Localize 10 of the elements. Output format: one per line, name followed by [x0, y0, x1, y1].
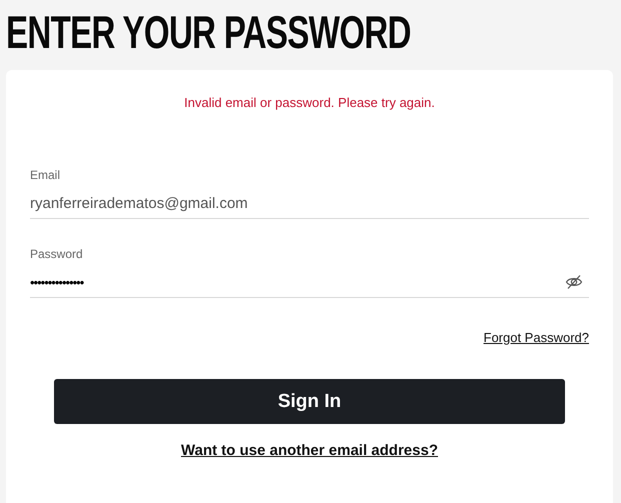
password-field[interactable]: •••••••••••••••	[30, 274, 565, 290]
page-title: ENTER YOUR PASSWORD	[6, 5, 411, 59]
forgot-password-link[interactable]: Forgot Password?	[484, 330, 589, 345]
eye-slash-icon[interactable]	[565, 273, 583, 291]
email-field[interactable]: ryanferreiradematos@gmail.com	[30, 194, 589, 212]
field-label: Password	[30, 247, 83, 261]
another-email-link[interactable]: Want to use another email address?	[181, 442, 438, 459]
field-label: Email	[30, 168, 60, 182]
sign-in-button[interactable]: Sign In	[54, 379, 565, 424]
error-message: Invalid email or password. Please try again.	[184, 95, 435, 110]
